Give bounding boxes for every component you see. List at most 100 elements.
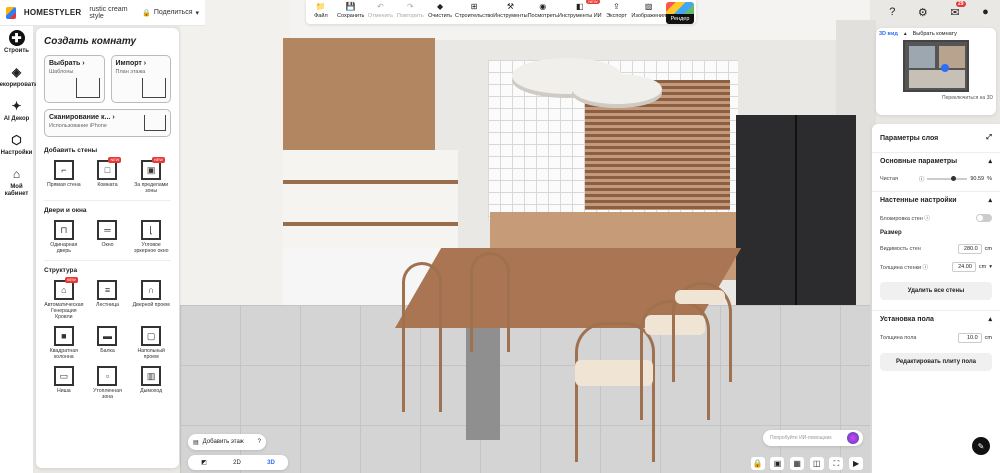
left-rail: ✚ Строить ◈ Декорировать ✦ AI Декор ⬡ Настр… — [0, 26, 38, 473]
question-icon[interactable]: ? — [889, 6, 895, 18]
view-2d-button[interactable]: 2D — [233, 460, 241, 466]
top-left-bar: HOMESTYLER rustic cream style 🔒 Поделить… — [0, 0, 205, 26]
toolbar-item-folder[interactable]: 📁 Файл — [306, 2, 336, 19]
info-icon: ⓘ — [924, 216, 930, 222]
clarity-value[interactable]: 90.59 — [970, 176, 984, 182]
floor-thickness-label: Толщина пола — [880, 335, 917, 341]
expand-icon[interactable]: ⤢ — [986, 134, 992, 142]
construction-icon: ⊞ — [470, 2, 478, 11]
chevron-up-icon[interactable]: ▴ — [988, 315, 992, 323]
scan-room-card[interactable]: Сканирование к... › Использование iPhone — [44, 109, 171, 137]
wall-thickness-input[interactable]: 24.00 — [951, 262, 976, 272]
tool-room[interactable]: □ Комната NEW — [88, 157, 128, 194]
edit-floor-slab-button[interactable]: Редактировать плиту пола — [880, 353, 992, 371]
tool-sunken-zone[interactable]: ▫ Утопленная зона — [88, 366, 128, 400]
choose-template-card[interactable]: Выбрать › Шаблоны — [44, 55, 105, 103]
camera-position-icon[interactable] — [941, 64, 949, 72]
ai-assistant-bar[interactable]: Попробуйте ИИ-помощник — [763, 430, 863, 446]
tool-doorway[interactable]: ∩ Дверной проем — [131, 280, 171, 320]
view-3d-button[interactable]: 3D — [267, 460, 275, 466]
toolbar-item-construction[interactable]: ⊞ Строительство — [455, 2, 493, 19]
switch-3d-link[interactable]: Переключиться на 3D — [879, 95, 993, 101]
play-icon[interactable]: ▶ — [849, 457, 864, 470]
mail-icon[interactable]: ✉ 29 — [950, 0, 966, 19]
import-floor-plan-card[interactable]: Импорт › План этажа — [110, 55, 171, 103]
save-icon: 💾 — [345, 2, 356, 11]
add-floor-button[interactable]: ▤ Добавить этаж ? — [188, 434, 266, 450]
share-button[interactable]: 🔒 Поделиться ▾ — [142, 9, 199, 17]
tool-window[interactable]: ═ Окно — [88, 220, 128, 254]
chevron-down-icon[interactable]: ▾ — [989, 264, 992, 270]
rail-item-ai-decor[interactable]: ✦ AI Декор — [0, 98, 34, 123]
toolbar-item-export[interactable]: ⇪ Экспорт — [602, 2, 632, 19]
tool-outside-zone[interactable]: ▣ За пределами зоны NEW — [131, 157, 171, 194]
room-icon: □ — [97, 160, 118, 180]
tab-3d-view[interactable]: 3D вид — [879, 31, 898, 37]
tool-label: Дверной проем — [132, 302, 170, 308]
sunken-zone-icon: ▫ — [97, 366, 118, 386]
toolbar-item-redo[interactable]: ↷ Повторить — [395, 2, 425, 19]
toolbar-item-eye[interactable]: ◉ Посмотреть — [528, 2, 558, 19]
tool-staircase[interactable]: ≡ Лестница — [88, 280, 128, 320]
scene-floor — [180, 305, 870, 473]
lock-icon[interactable]: 🔒 — [750, 457, 765, 470]
minimap-floor-plan[interactable] — [903, 40, 969, 92]
tool-square-column[interactable]: ■ Квадратная колонна — [44, 326, 84, 360]
floor-thickness-input[interactable]: 10.0 — [957, 333, 982, 343]
rail-item-label: Настройки — [0, 150, 33, 156]
section-heading: Добавить стены — [44, 147, 98, 154]
wall-height-input[interactable]: 280.0 — [957, 244, 982, 254]
tool-straight-wall[interactable]: ⌐ Прямая стена — [44, 160, 84, 194]
doorway-icon: ∩ — [141, 280, 162, 300]
fullscreen-icon[interactable]: ⛶ — [829, 457, 844, 470]
ai-assistant-icon[interactable] — [847, 432, 859, 444]
bottom-right-tools: 🔒 ▣ ▦ ◫ ⛶ ▶ — [748, 456, 866, 471]
toolbar-item-label: Инструменты ИИ — [557, 13, 602, 19]
chevron-up-icon[interactable]: ▴ — [988, 196, 992, 204]
rail-item-build[interactable]: ✚ Строить — [0, 30, 34, 55]
avatar[interactable]: ● — [982, 6, 989, 18]
tool-niche[interactable]: ▭ Ниша — [44, 366, 84, 400]
help-circle-icon[interactable]: ? — [258, 439, 261, 445]
decorate-icon: ◈ — [11, 64, 22, 79]
tab-choose-room[interactable]: Выбрать комнату — [913, 31, 957, 37]
tool-beam[interactable]: ▬ Балка — [88, 326, 128, 360]
rail-item-decorate[interactable]: ◈ Декорировать — [0, 64, 38, 89]
rail-item-my-cabinet[interactable]: ⌂ Мой кабинет — [0, 166, 34, 198]
tool-single-door[interactable]: ⊓ Одинарная дверь — [44, 220, 84, 254]
delete-all-walls-button[interactable]: Удалить все стены — [880, 282, 992, 300]
wall-thickness-unit[interactable]: cm — [979, 264, 986, 270]
tool-auto-roof[interactable]: ⌂ Автоматическая Генерация Кровли NEW — [44, 277, 84, 320]
compass-icon[interactable]: ◩ — [201, 459, 207, 466]
gear-icon[interactable]: ⚙ — [918, 6, 928, 19]
layers-icon[interactable]: ▦ — [790, 457, 805, 470]
tool-corner-bay-window[interactable]: ⌊ Угловое эркерное окно — [131, 220, 171, 254]
project-name[interactable]: rustic cream style — [89, 6, 134, 20]
add-floor-icon: ▤ — [193, 439, 199, 446]
tool-label: Автоматическая Генерация Кровли — [44, 302, 84, 320]
scene-fridge-seam — [795, 115, 797, 330]
lock-walls-toggle[interactable] — [976, 214, 992, 222]
size-heading: Размер — [880, 230, 902, 236]
chevron-up-icon[interactable]: ▴ — [988, 157, 992, 165]
homestyler-logo-icon[interactable] — [6, 6, 16, 19]
render-button[interactable]: Рендер — [666, 2, 694, 24]
toolbar-item-eraser[interactable]: ◆ Очистить — [425, 2, 455, 19]
chimney-icon: ▥ — [141, 366, 162, 386]
toolbar-item-undo[interactable]: ↶ Отменить — [366, 2, 396, 19]
toolbar-item-tools[interactable]: ⚒ Инструменты — [493, 2, 527, 19]
tool-label: Квадратная колонна — [49, 348, 78, 360]
measure-icon[interactable]: ◫ — [809, 457, 824, 470]
tool-chimney[interactable]: ▥ Дымоход — [131, 366, 171, 400]
chat-help-icon[interactable]: ✎ — [972, 437, 990, 455]
clarity-slider[interactable] — [927, 176, 968, 181]
properties-title: Параметры слоя — [880, 134, 939, 142]
toolbar-item-ai-tools[interactable]: ◧ Инструменты ИИ NEW — [557, 0, 602, 19]
rail-item-label: Строить — [4, 48, 29, 54]
toolbar-item-images[interactable]: ▨ Изображения — [631, 2, 666, 19]
camera-icon[interactable]: ▣ — [770, 457, 785, 470]
toolbar-item-save[interactable]: 💾 Сохранить — [336, 2, 366, 19]
rail-item-settings-cube[interactable]: ⬡ Настройки — [0, 132, 34, 157]
tool-floor-opening[interactable]: ▢ Напольный проем — [131, 326, 171, 360]
floor-setting-heading: Установка пола — [880, 315, 934, 323]
